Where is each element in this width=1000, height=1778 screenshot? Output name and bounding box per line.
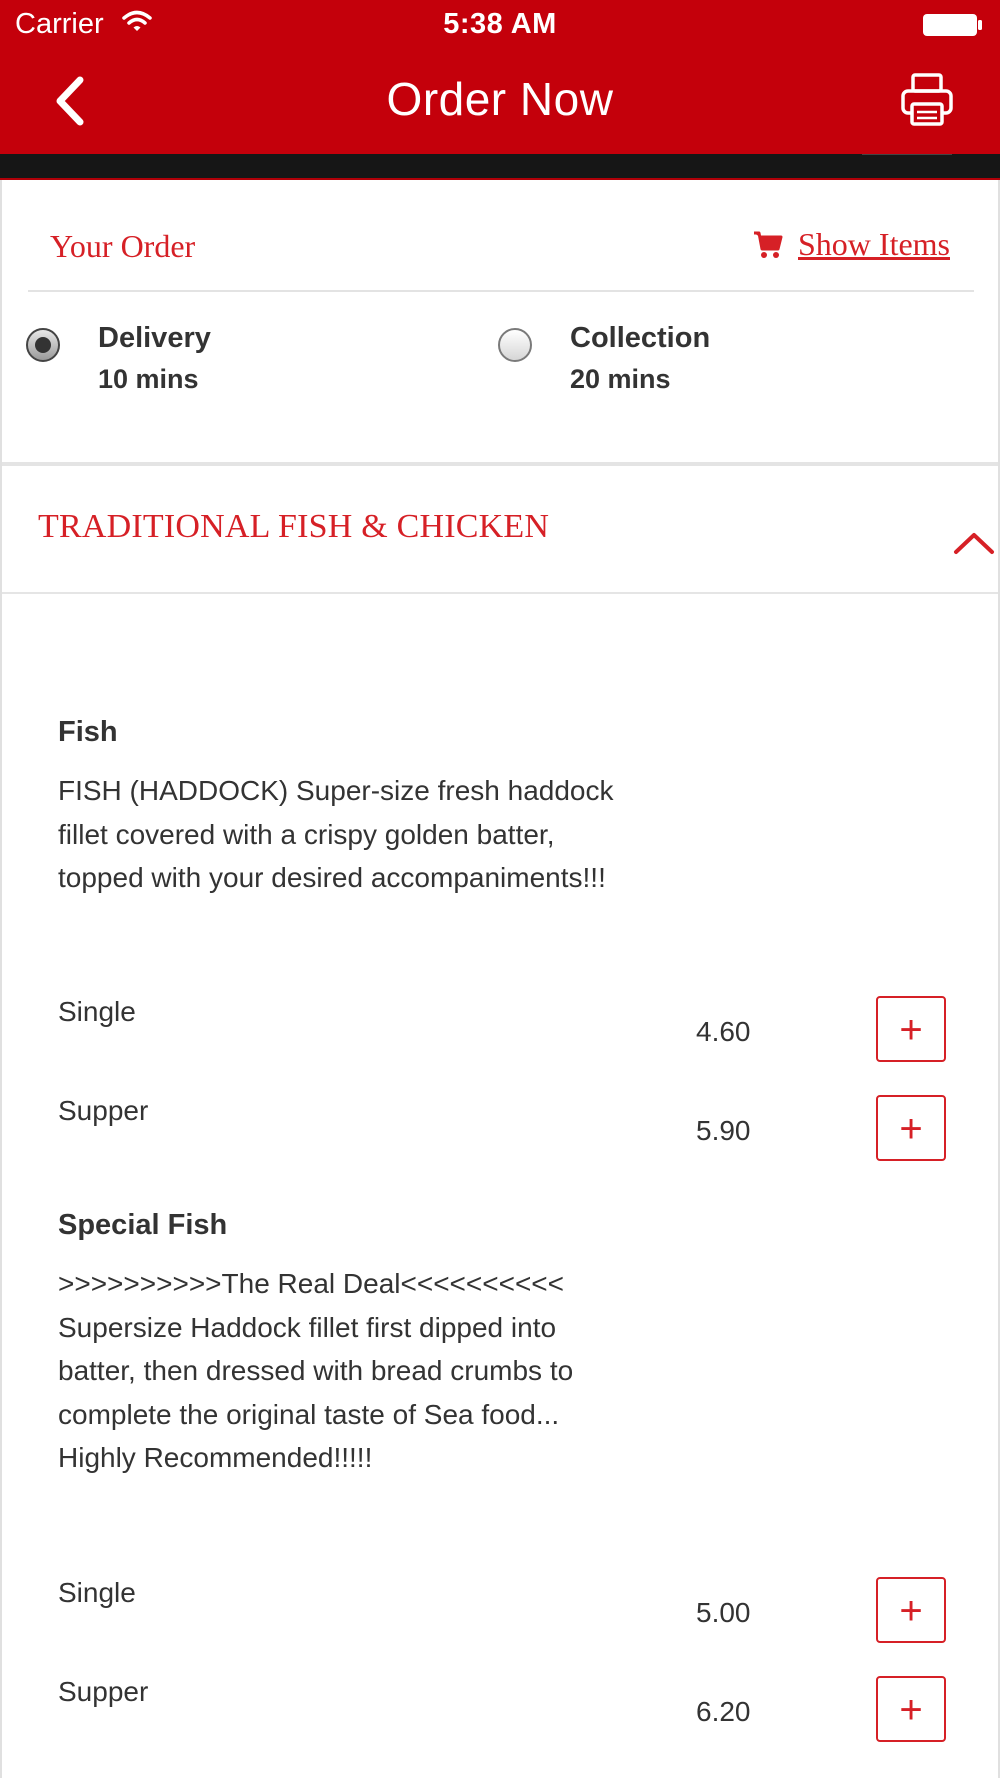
variant-name: Supper [58, 1095, 149, 1126]
plus-icon: + [899, 1008, 923, 1052]
delivery-radio[interactable] [26, 328, 60, 362]
variant-price: 5.90 [696, 1115, 751, 1146]
delivery-option[interactable]: Delivery 10 mins [26, 320, 406, 400]
order-summary-card: Your Order Show Items Delivery 10 mins C… [2, 180, 998, 466]
battery-icon [922, 12, 984, 43]
category-header[interactable]: TRADITIONAL FISH & CHICKEN [2, 466, 998, 594]
chevron-up-icon[interactable] [952, 530, 996, 556]
item-variant-row: Single 5.00 + [58, 1577, 958, 1647]
tab-indicator [862, 154, 952, 155]
show-items-link[interactable]: Show Items [752, 226, 950, 263]
item-variant-row: Single 4.60 + [58, 996, 958, 1066]
item-description: FISH (HADDOCK) Super-size fresh haddock … [58, 775, 614, 893]
status-time: 5:38 AM [443, 8, 557, 40]
status-bar: Carrier 5:38 AM [0, 0, 1000, 50]
item-variant-row: Supper 5.90 + [58, 1095, 958, 1165]
menu-item: Fish FISH (HADDOCK) Super-size fresh had… [58, 716, 958, 900]
item-name: Special Fish [58, 1209, 228, 1241]
variant-price: 6.20 [696, 1696, 751, 1727]
add-to-order-button[interactable]: + [876, 996, 946, 1062]
item-name: Fish [58, 716, 118, 748]
menu-item: Special Fish >>>>>>>>>>The Real Deal<<<<… [58, 1209, 958, 1480]
add-to-order-button[interactable]: + [876, 1095, 946, 1161]
plus-icon: + [899, 1107, 923, 1151]
variant-name: Single [58, 1577, 136, 1608]
collection-eta: 20 mins [570, 364, 671, 394]
cart-icon [754, 231, 783, 258]
tab-strip [0, 154, 1000, 180]
plus-icon: + [899, 1589, 923, 1633]
printer-icon [901, 73, 953, 126]
nav-bar: Order Now [0, 50, 1000, 154]
show-items-label: Show Items [798, 226, 950, 262]
item-variant-row: Supper 6.20 + [58, 1676, 958, 1746]
variant-name: Supper [58, 1676, 149, 1707]
item-description: >>>>>>>>>>The Real Deal<<<<<<<<<< Supers… [58, 1268, 574, 1473]
add-to-order-button[interactable]: + [876, 1577, 946, 1643]
variant-price: 4.60 [696, 1016, 751, 1047]
category-title: TRADITIONAL FISH & CHICKEN [38, 508, 550, 545]
variant-price: 5.00 [696, 1597, 751, 1628]
print-button[interactable] [900, 72, 954, 128]
your-order-heading: Your Order [50, 228, 196, 264]
collection-option[interactable]: Collection 20 mins [498, 320, 878, 400]
delivery-eta: 10 mins [98, 364, 199, 394]
add-to-order-button[interactable]: + [876, 1676, 946, 1742]
plus-icon: + [899, 1688, 923, 1732]
variant-name: Single [58, 996, 136, 1027]
divider [28, 290, 974, 292]
collection-label: Collection [570, 322, 711, 354]
delivery-label: Delivery [98, 322, 211, 354]
collection-radio[interactable] [498, 328, 532, 362]
page-title: Order Now [386, 73, 614, 125]
